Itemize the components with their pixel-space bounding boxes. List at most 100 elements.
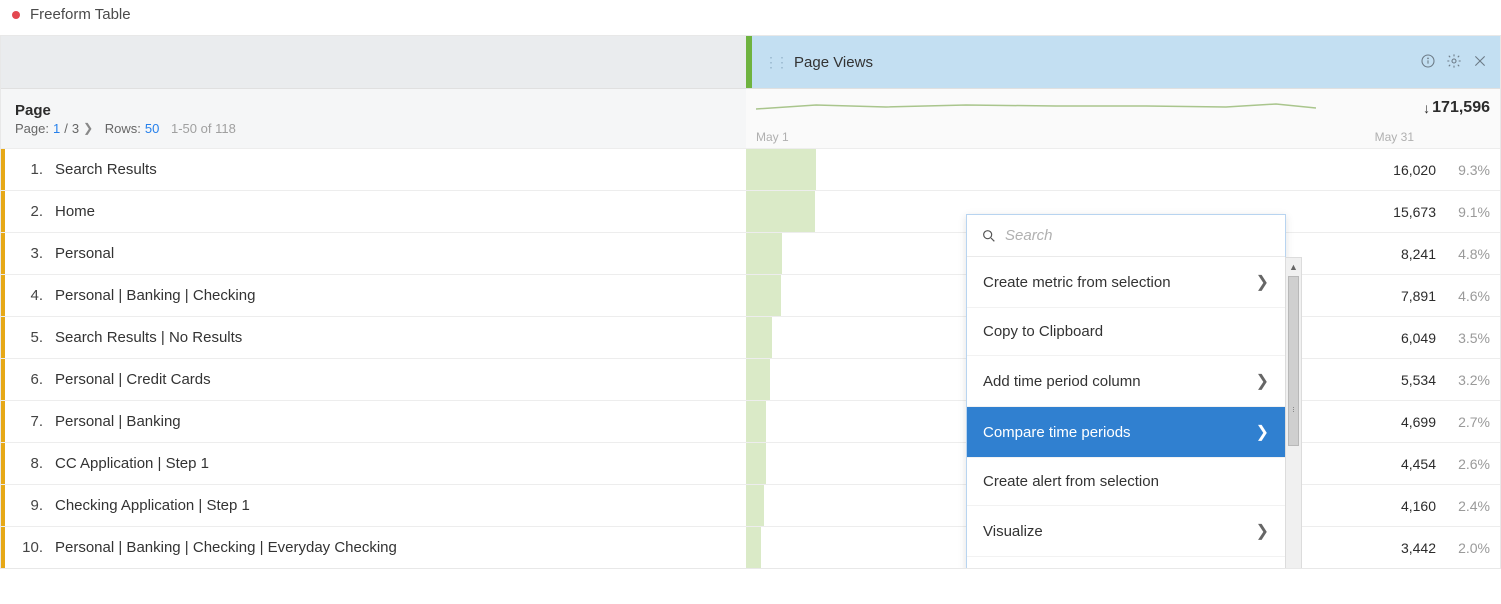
row-dimension-cell: 9.Checking Application | Step 1 [1,485,746,526]
row-index: 1. [21,161,43,178]
table-row[interactable]: 1. Search Results 16,020 9.3% [1,148,1500,190]
context-menu-search-input[interactable] [1005,227,1271,244]
dimension-name: Page [15,102,732,119]
row-bar [746,401,766,442]
dimension-header-left: Page Page: 1 / 3 ❯ Rows: 50 1-50 of 118 [1,89,746,148]
row-name: Personal [55,245,114,262]
row-bar [746,275,781,316]
chevron-right-icon: ❯ [1256,272,1269,292]
row-value: 6,049 [1401,330,1436,346]
page-label: Page: [15,121,49,136]
gear-icon[interactable] [1446,53,1462,72]
page-sep: / [64,121,68,136]
row-dimension-cell: 7. Personal | Banking [1,401,746,442]
metric-header-left-spacer [1,36,746,88]
row-index: 2. [21,203,43,220]
row-percent: 4.6% [1450,288,1490,304]
row-percent: 4.8% [1450,246,1490,262]
row-range: 1-50 of 118 [171,121,236,136]
row-name: Search Results [55,161,157,178]
scrollbar-thumb[interactable] [1288,276,1299,446]
drag-handle-icon[interactable]: ⋮⋮ [764,54,786,71]
metric-summary-cell: May 1 May 31 ↓ 171,596 [746,89,1500,148]
context-menu-search [967,215,1285,257]
scrollbar[interactable]: ▲ ▼ [1285,257,1302,569]
chevron-right-icon: ❯ [1256,371,1269,391]
row-metric-cell: 16,020 9.3% [746,149,1500,190]
menu-item-label: Visualize [983,523,1043,540]
panel-title[interactable]: Freeform Table [30,6,131,23]
close-icon[interactable] [1472,53,1488,72]
row-name: CC Application | Step 1 [55,455,209,472]
row-bar [746,191,815,232]
search-icon [981,228,997,244]
rows-label: Rows: [105,121,141,136]
row-name: Personal | Credit Cards [55,371,211,388]
metric-header-page-views[interactable]: ⋮⋮ Page Views [746,36,1500,88]
menu-item-label: Create alert from selection [983,473,1159,490]
date-start: May 1 [756,130,789,144]
row-index: 10. [21,539,43,556]
row-value: 4,699 [1401,414,1436,430]
row-bar [746,359,770,400]
row-percent: 2.0% [1450,540,1490,556]
row-index: 8. [21,455,43,472]
row-dimension-cell: 8. CC Application | Step 1 [1,443,746,484]
total-value: 171,596 [1432,99,1490,117]
row-index: 4. [21,287,43,304]
row-name: Checking Application | Step 1 [55,497,250,514]
scroll-up-icon[interactable]: ▲ [1286,258,1301,275]
row-name: Home [55,203,95,220]
row-value: 5,534 [1401,372,1436,388]
context-menu-item[interactable]: Create metric from selection❯ [967,257,1285,308]
row-dimension-cell: 5.Search Results | No Results [1,317,746,358]
row-index: 7. [21,413,43,430]
row-percent: 3.5% [1450,330,1490,346]
context-menu-item[interactable]: Compare time periods ❯ [967,407,1285,458]
rows-value[interactable]: 50 [145,121,159,136]
context-menu-item[interactable]: Copy to Clipboard [967,308,1285,356]
row-name: Personal | Banking | Checking | Everyday… [55,539,397,556]
panel-title-row: Freeform Table [0,0,1501,35]
metric-header-row: ⋮⋮ Page Views [1,36,1500,88]
menu-item-label: Copy to Clipboard [983,323,1103,340]
row-dimension-cell: 4.Personal | Banking | Checking [1,275,746,316]
row-bar [746,317,772,358]
context-menu-item[interactable]: Visualize ❯ [967,506,1285,557]
menu-item-label: Add time period column [983,373,1141,390]
metric-name: Page Views [794,54,1420,71]
row-dimension-cell: 10. Personal | Banking | Checking | Every… [1,527,746,568]
sparkline [756,95,1316,117]
row-bar [746,149,816,190]
context-menu-item[interactable]: Create alert from selection [967,458,1285,506]
row-value: 3,442 [1401,540,1436,556]
row-value: 15,673 [1393,204,1436,220]
freeform-table: ⋮⋮ Page Views Page Page: 1 / 3 ❯ Rows: 5… [0,35,1501,569]
row-percent: 2.7% [1450,414,1490,430]
row-bar [746,485,764,526]
page-current[interactable]: 1 [53,121,60,136]
row-percent: 2.6% [1450,456,1490,472]
row-index: 3. [21,245,43,262]
row-percent: 9.1% [1450,204,1490,220]
context-menu-item[interactable]: Download as CSV [967,557,1285,569]
row-value: 16,020 [1393,162,1436,178]
row-value: 8,241 [1401,246,1436,262]
chevron-right-icon: ❯ [1256,422,1269,442]
chevron-right-icon[interactable]: ❯ [83,121,93,135]
row-dimension-cell: 6.Personal | Credit Cards [1,359,746,400]
menu-item-label: Compare time periods [983,424,1131,441]
row-bar [746,233,782,274]
row-percent: 9.3% [1450,162,1490,178]
info-icon[interactable] [1420,53,1436,72]
date-end: May 31 [1375,130,1414,144]
row-bar [746,443,766,484]
row-index: 5. [21,329,43,346]
visualization-dot [12,11,20,19]
sort-descending-icon: ↓ [1423,100,1430,116]
row-value: 4,454 [1401,456,1436,472]
context-menu-item[interactable]: Add time period column ❯ [967,356,1285,407]
metric-total[interactable]: ↓ 171,596 [1423,99,1490,117]
row-name: Personal | Banking [55,413,181,430]
chevron-right-icon: ❯ [1256,521,1269,541]
